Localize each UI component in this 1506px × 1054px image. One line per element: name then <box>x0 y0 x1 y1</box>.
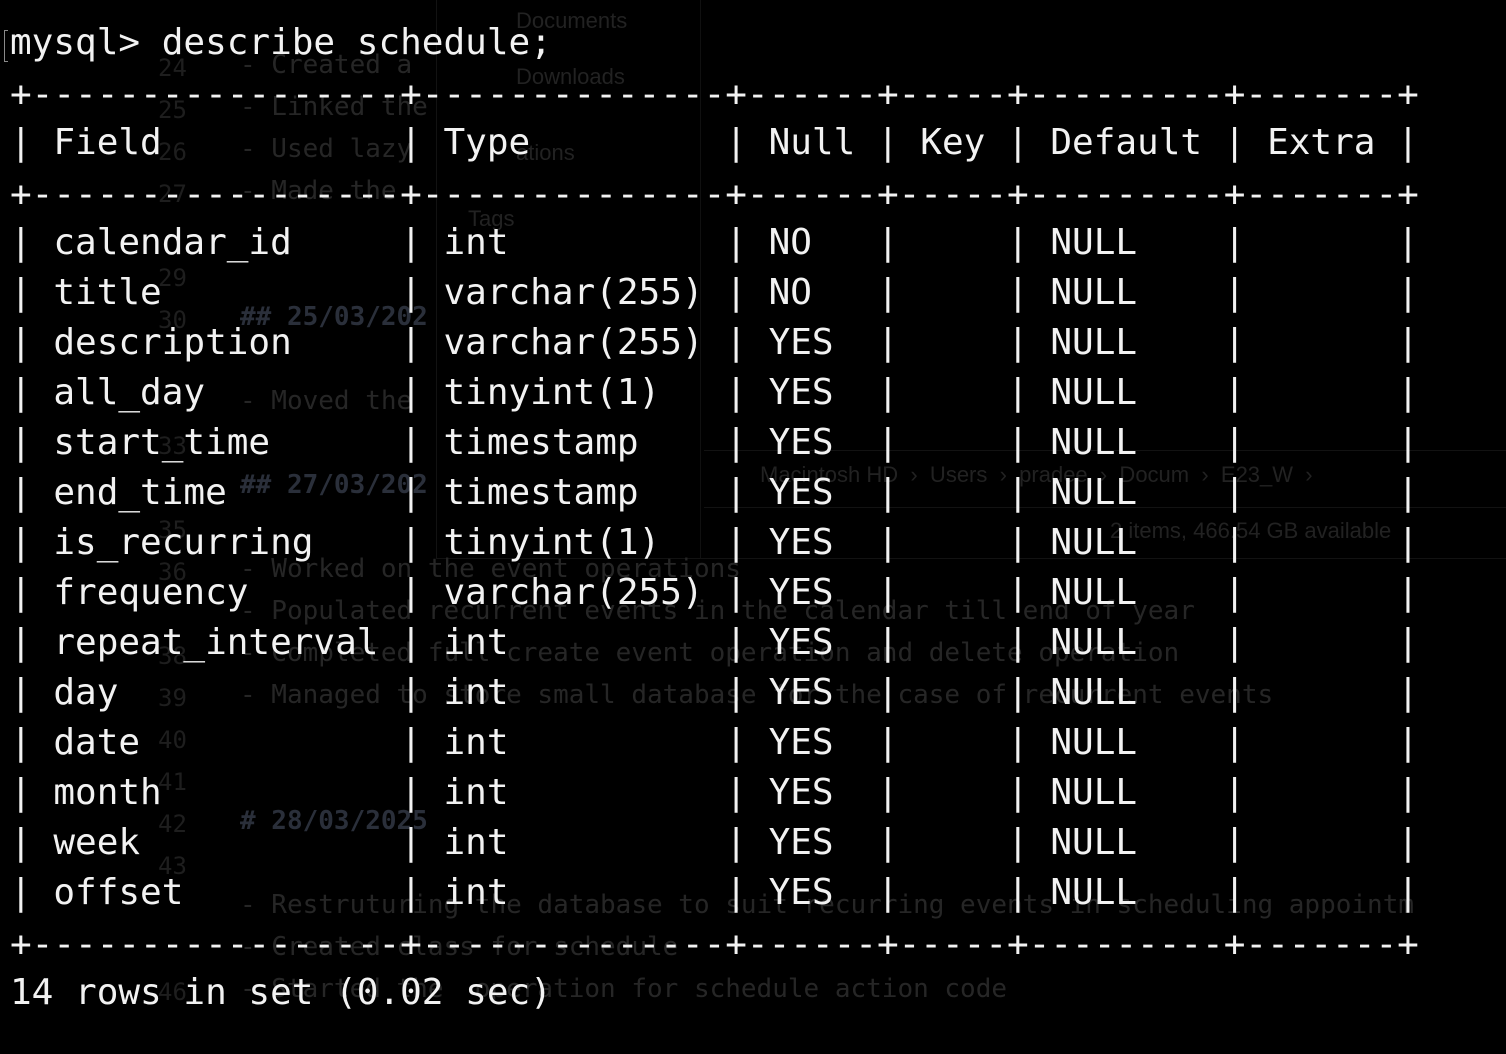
command-text: describe schedule; <box>161 22 552 63</box>
terminal-mark-bracket <box>4 30 8 62</box>
table-row: | end_time | timestamp | YES | | NULL | … <box>10 472 1419 513</box>
table-row: | repeat_interval | int | YES | | NULL |… <box>10 622 1419 663</box>
table-row: | is_recurring | tinyint(1) | YES | | NU… <box>10 522 1419 563</box>
table-row: | offset | int | YES | | NULL | | <box>10 872 1419 913</box>
table-row: | frequency | varchar(255) | YES | | NUL… <box>10 572 1419 613</box>
table-row: | start_time | timestamp | YES | | NULL … <box>10 422 1419 463</box>
table-row: | date | int | YES | | NULL | | <box>10 722 1419 763</box>
table-border-top: +-----------------+--------------+------… <box>10 74 1419 115</box>
table-border-bottom: +-----------------+--------------+------… <box>10 924 1419 965</box>
terminal-window[interactable]: mysql> describe schedule; +-------------… <box>0 0 1506 1054</box>
mysql-prompt: mysql> <box>10 22 162 63</box>
table-row: | month | int | YES | | NULL | | <box>10 772 1419 813</box>
result-summary: 14 rows in set (0.02 sec) <box>10 972 552 1013</box>
table-header-row: | Field | Type | Null | Key | Default | … <box>10 122 1419 163</box>
table-row: | week | int | YES | | NULL | | <box>10 822 1419 863</box>
command-line: mysql> describe schedule; <box>10 18 552 68</box>
table-row: | title | varchar(255) | NO | | NULL | | <box>10 272 1419 313</box>
table-row: | calendar_id | int | NO | | NULL | | <box>10 222 1419 263</box>
table-border-header: +-----------------+--------------+------… <box>10 174 1419 215</box>
table-row: | description | varchar(255) | YES | | N… <box>10 322 1419 363</box>
table-row: | day | int | YES | | NULL | | <box>10 672 1419 713</box>
table-row: | all_day | tinyint(1) | YES | | NULL | … <box>10 372 1419 413</box>
